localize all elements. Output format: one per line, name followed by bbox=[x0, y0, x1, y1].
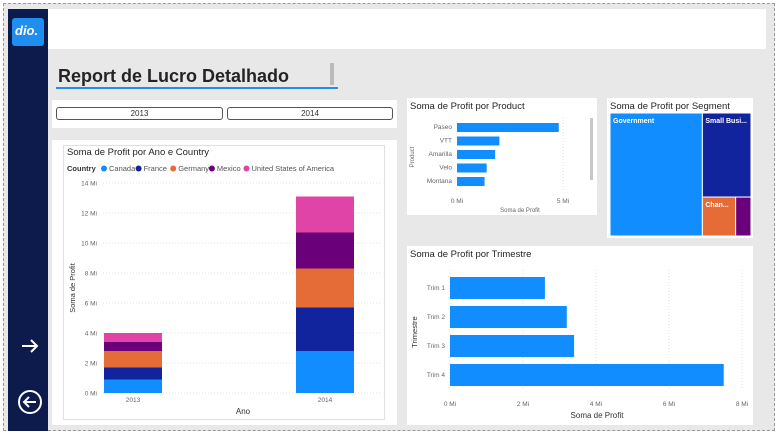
x-axis-label: Soma de Profit bbox=[500, 208, 540, 214]
y-tick-label: 10 Mi bbox=[81, 241, 97, 248]
chart-ano-country-title: Soma de Profit por Ano e Country bbox=[67, 147, 210, 158]
y-tick-label: 6 Mi bbox=[85, 301, 97, 308]
logo: dio. bbox=[12, 18, 44, 46]
y-tick-label: Velo bbox=[439, 165, 452, 172]
bar-2014-germany bbox=[296, 268, 354, 308]
bar-paseo bbox=[457, 123, 559, 132]
y-axis-label: Product bbox=[410, 146, 416, 167]
page-title: Report de Lucro Detalhado bbox=[58, 66, 290, 86]
slicer-button-2014[interactable]: 2014 bbox=[227, 107, 393, 120]
title-grip bbox=[330, 63, 334, 85]
y-tick-label: 8 Mi bbox=[85, 271, 97, 278]
y-tick-label: Trim 4 bbox=[427, 372, 446, 379]
bar-2014-canada bbox=[296, 351, 354, 393]
bar-trim-2 bbox=[450, 306, 567, 328]
bar-2014-mexico bbox=[296, 232, 354, 269]
top-bar bbox=[8, 9, 766, 49]
x-tick-label: 2013 bbox=[126, 397, 141, 404]
legend-label-4: United States of America bbox=[252, 164, 335, 173]
chart-ano-country: Country Canada France Germany Mexico United S… bbox=[67, 164, 381, 416]
arrow-left-circle-icon[interactable] bbox=[17, 389, 43, 419]
legend-marker-1 bbox=[135, 165, 142, 172]
y-tick-label: 14 Mi bbox=[81, 181, 97, 188]
y-tick-label: VTT bbox=[440, 138, 452, 145]
x-tick-label: 5 Mi bbox=[557, 198, 569, 205]
y-tick-label: 0 Mi bbox=[85, 391, 97, 398]
bar-trim-4 bbox=[450, 364, 724, 386]
treemap-tile-0 bbox=[610, 113, 703, 236]
y-tick-label: Trim 3 bbox=[427, 343, 446, 350]
arrow-right-icon[interactable] bbox=[18, 335, 42, 361]
legend-label-3: Mexico bbox=[217, 164, 241, 173]
legend-marker-4 bbox=[243, 165, 250, 172]
legend-label-2: Germany bbox=[178, 164, 209, 173]
treemap-tile-1 bbox=[701, 113, 751, 198]
legend-label-0: Canada bbox=[109, 164, 136, 173]
title-underline bbox=[56, 87, 338, 89]
x-tick-label: 2014 bbox=[318, 397, 333, 404]
y-tick-label: Trim 2 bbox=[427, 314, 446, 321]
treemap-tile-3 bbox=[735, 196, 751, 236]
left-nav bbox=[8, 9, 48, 431]
x-tick-label: 8 Mi bbox=[736, 401, 748, 408]
treemap-label-0: Government bbox=[613, 118, 655, 125]
y-tick-label: Paseo bbox=[434, 124, 453, 131]
y-tick-label: Trim 1 bbox=[427, 285, 446, 292]
x-tick-label: 6 Mi bbox=[663, 401, 675, 408]
chart-trimestre-title: Soma de Profit por Trimestre bbox=[410, 249, 532, 260]
logo-text: dio. bbox=[15, 23, 39, 38]
scrollbar bbox=[590, 118, 593, 180]
bar-2013-france bbox=[104, 367, 162, 380]
bar-trim-1 bbox=[450, 277, 545, 299]
x-tick-label: 0 Mi bbox=[451, 198, 463, 205]
bar-2013-united-states-of-america bbox=[104, 333, 162, 342]
legend-marker-2 bbox=[170, 165, 177, 172]
treemap-label-1: Small Busi... bbox=[705, 118, 747, 125]
legend-marker-3 bbox=[208, 165, 215, 172]
bar-trim-3 bbox=[450, 335, 575, 357]
bar-vtt bbox=[457, 136, 500, 146]
y-axis-label: Soma de Profit bbox=[68, 262, 77, 313]
legend-label-1: France bbox=[144, 164, 167, 173]
legend-marker-0 bbox=[101, 165, 107, 172]
chart-product-title: Soma de Profit por Product bbox=[410, 101, 525, 112]
bar-2013-mexico bbox=[104, 342, 162, 351]
bar-2013-canada bbox=[104, 379, 162, 393]
bar-2013-germany bbox=[104, 351, 162, 368]
x-tick-label: 4 Mi bbox=[590, 401, 602, 408]
chart-segment-title: Soma de Profit por Segment bbox=[610, 101, 730, 112]
x-tick-label: 2 Mi bbox=[517, 401, 529, 408]
bar-2014-united-states-of-america bbox=[296, 196, 354, 233]
bar-montana bbox=[457, 177, 485, 186]
x-tick-label: 0 Mi bbox=[444, 401, 456, 408]
treemap-label-2: Chan... bbox=[705, 202, 728, 209]
legend-title: Country bbox=[67, 164, 97, 173]
y-tick-label: 4 Mi bbox=[85, 331, 97, 338]
chart-trimestre: 0 Mi 2 Mi 4 Mi 6 Mi 8 Mi Trim 1 Trim 2 Trim 3 Tr… bbox=[410, 270, 748, 420]
x-axis-label: Ano bbox=[236, 407, 251, 416]
y-tick-label: 12 Mi bbox=[81, 211, 97, 218]
y-tick-label: Montana bbox=[427, 178, 453, 185]
y-axis-label: Trimestre bbox=[410, 316, 419, 347]
x-axis-label: Soma de Profit bbox=[571, 411, 625, 420]
bar-2014-france bbox=[296, 307, 354, 351]
chart-segment: Government Small Busi... Chan... bbox=[610, 113, 751, 236]
y-tick-label: Amarilla bbox=[429, 151, 453, 158]
bar-velo bbox=[457, 163, 487, 173]
slicer-button-2013[interactable]: 2013 bbox=[56, 107, 223, 120]
y-tick-label: 2 Mi bbox=[85, 361, 97, 368]
bar-amarilla bbox=[457, 150, 496, 159]
chart-product: Paseo VTT Amarilla Velo Montana 0 Mi 5 Mi Soma … bbox=[410, 117, 593, 214]
